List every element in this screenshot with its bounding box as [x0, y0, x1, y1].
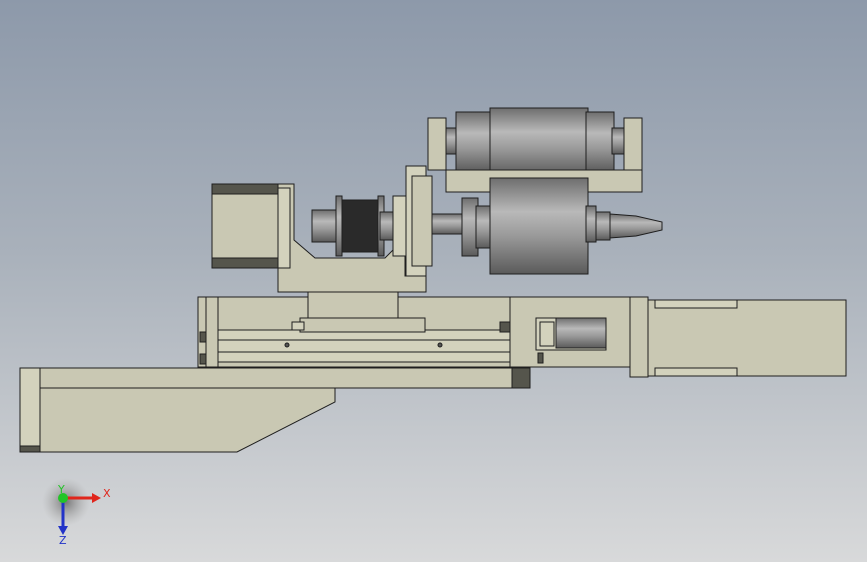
cad-viewport[interactable]: X Y Z — [0, 0, 867, 562]
z-axis-label: Z — [59, 534, 67, 547]
x-axis-arrowhead — [92, 493, 101, 503]
drive-motor[interactable] — [211, 183, 341, 269]
coordinate-triad: X Y Z — [42, 478, 111, 547]
y-axis-label: Y — [57, 483, 65, 496]
cad-model-drawing[interactable]: X Y Z — [0, 0, 867, 562]
timing-pulley[interactable] — [335, 195, 407, 257]
x-axis-label: X — [103, 487, 111, 500]
base-beam[interactable] — [19, 367, 531, 453]
